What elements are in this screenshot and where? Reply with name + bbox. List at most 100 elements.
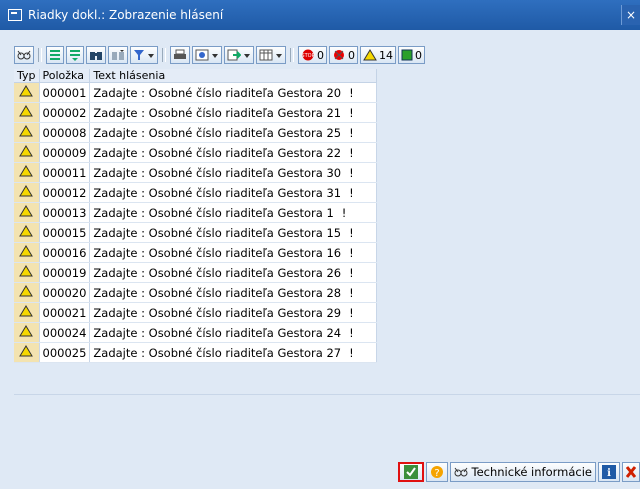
table-row[interactable]: 000021 Zadajte : Osobné číslo riaditeľa G… — [14, 302, 378, 323]
row-item-cell: 000024 — [39, 322, 91, 343]
filter-button[interactable] — [130, 46, 158, 64]
main-area: STOP 0 0 14 0 Typ Položka Text hlásenia … — [0, 30, 640, 489]
row-type-cell — [14, 142, 40, 163]
svg-text:STOP: STOP — [301, 53, 314, 59]
error-icon — [334, 50, 344, 60]
checkmark-icon — [403, 465, 418, 479]
toolbar-separator — [38, 48, 42, 62]
sort-ascending-button[interactable] — [46, 46, 64, 64]
message-text: Zadajte : Osobné číslo riaditeľa Gestora… — [93, 205, 334, 220]
long-text-indicator[interactable]: ! — [349, 226, 354, 240]
success-count: 0 — [415, 48, 422, 62]
row-type-cell — [14, 122, 40, 143]
find-button[interactable] — [86, 46, 106, 64]
long-text-indicator[interactable]: ! — [349, 306, 354, 320]
svg-text:i: i — [607, 468, 611, 479]
long-text-indicator[interactable]: ! — [349, 266, 354, 280]
row-type-cell — [14, 242, 40, 263]
filter-stop-messages[interactable]: STOP 0 — [298, 46, 327, 64]
long-text-indicator[interactable]: ! — [349, 326, 354, 340]
message-text: Zadajte : Osobné číslo riaditeľa Gestora… — [93, 325, 342, 340]
table-row[interactable]: 000020 Zadajte : Osobné číslo riaditeľa G… — [14, 282, 378, 303]
error-count: 0 — [348, 48, 355, 62]
help-icon: ? — [430, 466, 443, 479]
export-icon — [227, 49, 241, 61]
table-row[interactable]: 000011 Zadajte : Osobné číslo riaditeľa G… — [14, 162, 378, 183]
long-text-indicator[interactable]: ! — [349, 246, 354, 260]
row-type-cell — [14, 182, 40, 203]
warning-icon — [19, 305, 34, 317]
find-next-button[interactable] — [108, 46, 128, 64]
help-button[interactable]: ? — [425, 462, 448, 482]
column-header-item[interactable]: Položka — [39, 69, 91, 83]
long-text-indicator[interactable]: ! — [349, 186, 354, 200]
continue-button[interactable] — [397, 462, 424, 482]
row-item-cell: 000001 — [39, 82, 91, 103]
message-text: Zadajte : Osobné číslo riaditeľa Gestora… — [93, 285, 342, 300]
details-button[interactable] — [14, 46, 34, 64]
table-header-row: Typ Položka Text hlásenia — [14, 69, 378, 83]
warning-icon — [19, 205, 34, 217]
glasses-icon — [454, 467, 468, 477]
filter-success-messages[interactable]: 0 — [398, 46, 425, 64]
row-text-cell: Zadajte : Osobné číslo riaditeľa Gestora… — [89, 242, 378, 263]
row-text-cell: Zadajte : Osobné číslo riaditeľa Gestora… — [89, 282, 378, 303]
message-text: Zadajte : Osobné číslo riaditeľa Gestora… — [93, 185, 342, 200]
warning-icon — [19, 325, 34, 337]
row-type-cell — [14, 202, 40, 223]
column-header-text[interactable]: Text hlásenia — [89, 69, 378, 83]
technical-info-label: Technické informácie — [471, 465, 592, 479]
long-text-indicator[interactable]: ! — [349, 166, 354, 180]
filter-error-messages[interactable]: 0 — [329, 46, 358, 64]
table-row[interactable]: 000019 Zadajte : Osobné číslo riaditeľa G… — [14, 262, 378, 283]
long-text-indicator[interactable]: ! — [349, 346, 354, 360]
long-text-indicator[interactable]: ! — [349, 286, 354, 300]
warning-count: 14 — [379, 48, 393, 62]
cancel-button[interactable] — [622, 462, 640, 482]
warning-icon — [19, 85, 34, 97]
export-button[interactable] — [224, 46, 254, 64]
messages-table: Typ Položka Text hlásenia 000001 Zadajte … — [14, 69, 378, 363]
info-button[interactable]: i — [598, 462, 620, 482]
sort-descending-button[interactable] — [66, 46, 84, 64]
long-text-indicator[interactable]: ! — [349, 106, 354, 120]
close-button[interactable]: × — [621, 5, 640, 25]
row-text-cell: Zadajte : Osobné číslo riaditeľa Gestora… — [89, 182, 378, 203]
layout-button[interactable] — [256, 46, 286, 64]
table-row[interactable]: 000025 Zadajte : Osobné číslo riaditeľa G… — [14, 342, 378, 363]
row-type-cell — [14, 262, 40, 283]
column-header-type[interactable]: Typ — [14, 69, 40, 83]
table-row[interactable]: 000015 Zadajte : Osobné číslo riaditeľa G… — [14, 222, 378, 243]
toolbar-separator — [162, 48, 166, 62]
alv-toolbar: STOP 0 0 14 0 — [14, 45, 425, 65]
find-next-icon — [112, 50, 124, 60]
table-row[interactable]: 000001 Zadajte : Osobné číslo riaditeľa G… — [14, 82, 378, 103]
table-row[interactable]: 000008 Zadajte : Osobné číslo riaditeľa G… — [14, 122, 378, 143]
row-item-cell: 000002 — [39, 102, 91, 123]
row-text-cell: Zadajte : Osobné číslo riaditeľa Gestora… — [89, 302, 378, 323]
cancel-icon — [626, 466, 636, 478]
table-row[interactable]: 000013 Zadajte : Osobné číslo riaditeľa G… — [14, 202, 378, 223]
table-row[interactable]: 000016 Zadajte : Osobné číslo riaditeľa G… — [14, 242, 378, 263]
table-row[interactable]: 000024 Zadajte : Osobné číslo riaditeľa G… — [14, 322, 378, 343]
long-text-indicator[interactable]: ! — [349, 126, 354, 140]
row-item-cell: 000015 — [39, 222, 91, 243]
long-text-indicator[interactable]: ! — [349, 146, 354, 160]
technical-info-button[interactable]: Technické informácie — [449, 462, 596, 482]
row-item-cell: 000025 — [39, 342, 91, 363]
table-row[interactable]: 000012 Zadajte : Osobné číslo riaditeľa G… — [14, 182, 378, 203]
long-text-indicator[interactable]: ! — [342, 206, 347, 220]
table-row[interactable]: 000009 Zadajte : Osobné číslo riaditeľa G… — [14, 142, 378, 163]
row-item-cell: 000009 — [39, 142, 91, 163]
info-icon: i — [602, 465, 616, 479]
view-button[interactable] — [192, 46, 222, 64]
toolbar-separator — [290, 48, 294, 62]
print-button[interactable] — [170, 46, 190, 64]
svg-text:?: ? — [434, 468, 439, 479]
row-item-cell: 000013 — [39, 202, 91, 223]
message-text: Zadajte : Osobné číslo riaditeľa Gestora… — [93, 345, 342, 360]
table-row[interactable]: 000002 Zadajte : Osobné číslo riaditeľa G… — [14, 102, 378, 123]
filter-warning-messages[interactable]: 14 — [360, 46, 396, 64]
stop-icon: STOP — [301, 49, 315, 61]
long-text-indicator[interactable]: ! — [349, 86, 354, 100]
